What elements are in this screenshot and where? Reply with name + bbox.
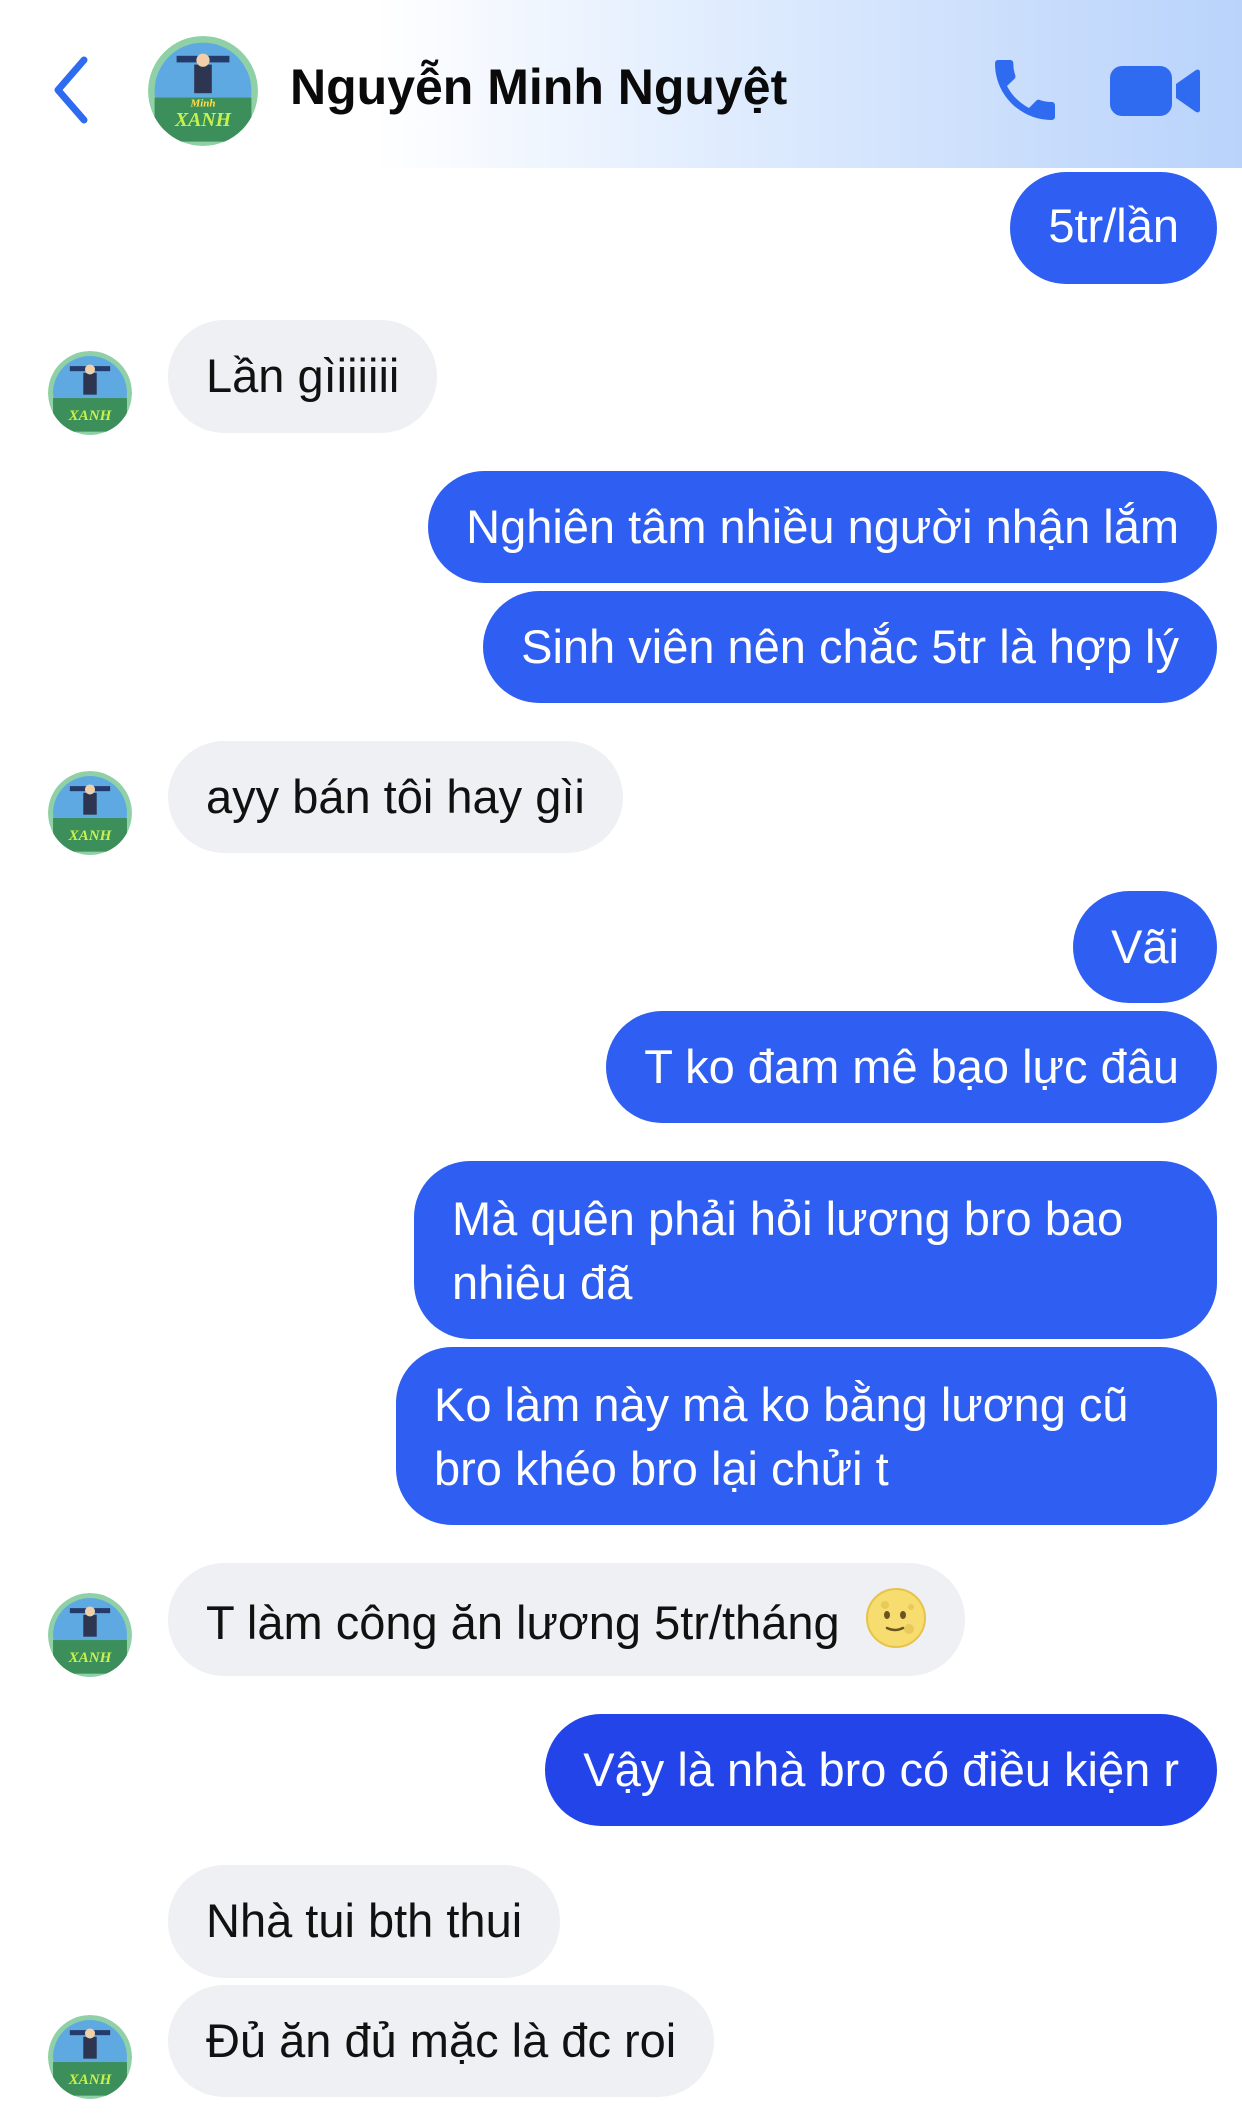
message-text: Vậy là nhà bro có điều kiện r (583, 1743, 1179, 1796)
avatar-logo-bottom: XANH (174, 109, 232, 131)
message-text: 5tr/lần (1048, 199, 1179, 252)
message-bubble-outgoing[interactable]: Sinh viên nên chắc 5tr là hợp lý (483, 591, 1217, 703)
contact-avatar[interactable]: Minh XANH (148, 36, 258, 146)
message-bubble-outgoing[interactable]: Vãi (1073, 891, 1217, 1003)
message-text: Sinh viên nên chắc 5tr là hợp lý (521, 620, 1179, 673)
avatar-logo-image: XANH (48, 351, 132, 435)
avatar-logo-bottom: XANH (68, 408, 113, 424)
contact-avatar-small[interactable]: XANH (48, 351, 132, 435)
message-text: Vãi (1111, 920, 1179, 973)
message-bubble-outgoing[interactable]: Ko làm này mà ko bằng lương cũ bro khéo … (396, 1347, 1217, 1525)
message-bubble-outgoing[interactable]: T ko đam mê bạo lực đâu (606, 1011, 1217, 1123)
avatar-logo-image: XANH (48, 771, 132, 855)
message-text: Ko làm này mà ko bằng lương cũ bro khéo … (434, 1378, 1129, 1495)
message-text: Đủ ăn đủ mặc là đc roi (206, 2014, 677, 2067)
message-bubble-outgoing[interactable]: Vậy là nhà bro có điều kiện r (545, 1714, 1217, 1826)
message-bubble-incoming[interactable]: Nhà tui bth thui (168, 1865, 561, 1978)
contact-avatar-small[interactable]: XANH (48, 771, 132, 855)
message-bubble-outgoing[interactable]: Nghiên tâm nhiều người nhận lắm (428, 471, 1217, 583)
phone-icon (995, 60, 1055, 120)
message-bubble-outgoing[interactable]: 5tr/lần (1010, 172, 1217, 284)
message-text: Nghiên tâm nhiều người nhận lắm (466, 500, 1179, 553)
audio-call-button[interactable] (985, 50, 1065, 130)
contact-name[interactable]: Nguyễn Minh Nguyệt (290, 58, 787, 116)
full-moon-face-emoji (865, 1587, 927, 1665)
message-text: T làm công ăn lương 5tr/tháng (206, 1596, 840, 1649)
message-bubble-incoming[interactable]: Lần gìiiiiii (168, 320, 438, 433)
message-text: Lần gìiiiiii (206, 349, 400, 402)
avatar-logo-image: XANH (48, 1593, 132, 1677)
message-bubble-incoming[interactable]: T làm công ăn lương 5tr/tháng (168, 1563, 965, 1676)
message-bubble-incoming[interactable]: Đủ ăn đủ mặc là đc roi (168, 1985, 715, 2097)
message-text: Mà quên phải hỏi lương bro bao nhiêu đã (452, 1192, 1124, 1309)
message-text: Nhà tui bth thui (206, 1894, 523, 1947)
video-call-button[interactable] (1110, 58, 1200, 124)
avatar-logo-bottom: XANH (68, 2072, 113, 2088)
message-bubble-incoming[interactable]: ayy bán tôi hay gìi (168, 741, 623, 853)
message-bubble-outgoing[interactable]: Mà quên phải hỏi lương bro bao nhiêu đã (414, 1161, 1217, 1339)
avatar-logo-image: XANH (48, 2015, 132, 2099)
avatar-logo-top: Minh (189, 97, 215, 109)
message-text: ayy bán tôi hay gìi (206, 770, 585, 823)
chevron-left-icon (54, 56, 88, 124)
contact-avatar-small[interactable]: XANH (48, 2015, 132, 2099)
avatar-logo-bottom: XANH (68, 828, 113, 844)
contact-avatar-small[interactable]: XANH (48, 1593, 132, 1677)
back-button[interactable] (40, 50, 110, 130)
video-camera-icon (1110, 66, 1200, 116)
message-text: T ko đam mê bạo lực đâu (644, 1040, 1179, 1093)
avatar-logo-image: Minh XANH (148, 36, 258, 146)
chat-header: Minh XANH Nguyễn Minh Nguyệt (0, 0, 1242, 168)
avatar-logo-bottom: XANH (68, 1650, 113, 1666)
